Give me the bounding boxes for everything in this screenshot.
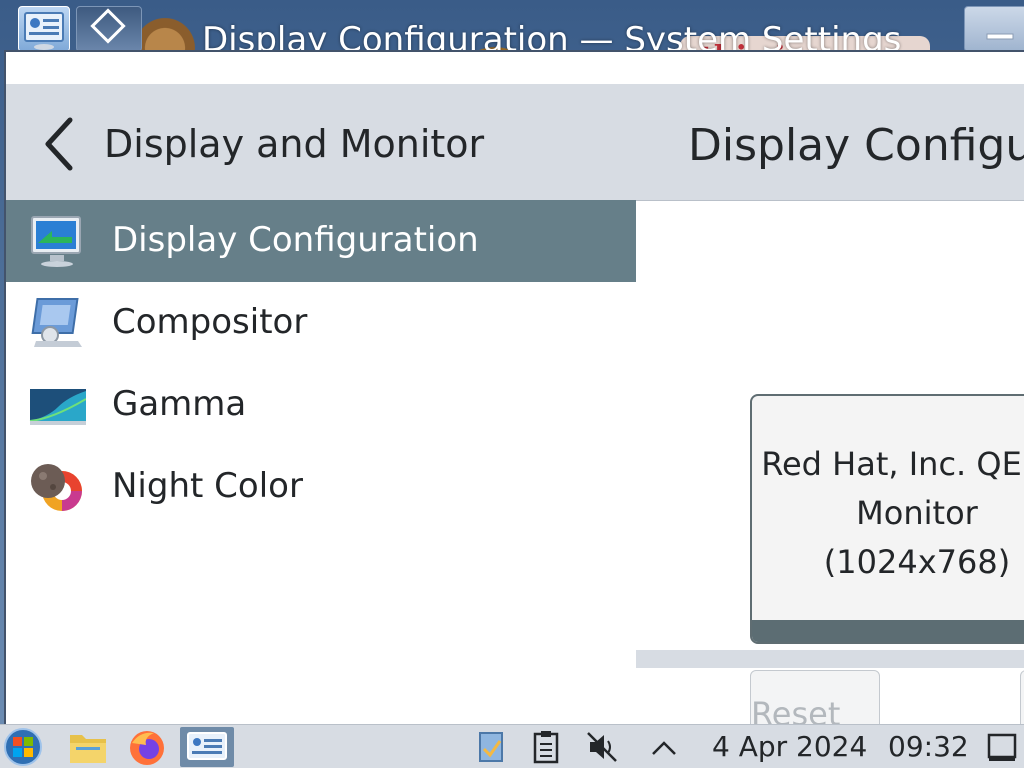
output-tile-bar — [752, 620, 1024, 642]
tray-updates-icon[interactable] — [474, 727, 508, 767]
clipboard-icon[interactable] — [530, 727, 562, 767]
reset-button[interactable]: Reset — [750, 670, 880, 724]
sidebar-item-compositor[interactable]: Compositor — [6, 282, 636, 364]
clock-date[interactable]: 4 Apr 2024 — [712, 730, 867, 763]
taskbar-system-settings-window[interactable] — [180, 727, 234, 767]
output-name: Red Hat, Inc. QEMU Monitor (1024x768) — [761, 445, 1024, 581]
display-configuration-panel: Red Hat, Inc. QEMU Monitor (1024x768) Re… — [636, 202, 1024, 724]
sidebar-item-night-color[interactable]: Night Color — [6, 446, 636, 528]
breadcrumb: Display and Monitor — [104, 122, 485, 166]
back-button[interactable] — [40, 114, 80, 174]
minimize-button[interactable] — [964, 6, 1024, 52]
sidebar-item-label: Gamma — [112, 384, 247, 424]
system-settings-window: Display and Monitor Display Configuratio… — [4, 50, 1024, 724]
compositor-icon — [28, 295, 86, 351]
sidebar-item-label: Night Color — [112, 466, 303, 506]
desktop: this is Display Configuration — System S… — [0, 0, 1024, 768]
display-configuration-icon — [28, 213, 86, 269]
gamma-icon — [28, 377, 87, 433]
night-color-icon — [28, 459, 86, 515]
system-settings-app-icon[interactable] — [18, 6, 70, 52]
volume-muted-icon[interactable] — [584, 727, 620, 767]
reset-button-label: Reset — [751, 695, 841, 724]
chevron-left-icon — [45, 117, 73, 171]
sidebar-item-label: Compositor — [112, 302, 308, 342]
window-menu-button[interactable] — [76, 6, 142, 52]
apply-button[interactable] — [1020, 670, 1024, 724]
header-bar: Display and Monitor Display Configuratio… — [6, 84, 1024, 201]
sidebar-item-gamma[interactable]: Gamma — [6, 364, 636, 446]
sidebar-item-label: Display Configuration — [112, 220, 479, 260]
firefox-icon — [130, 731, 164, 765]
show-desktop-button[interactable] — [984, 727, 1020, 767]
start-menu-button[interactable] — [2, 727, 44, 767]
taskbar: 4 Apr 2024 09:32 — [0, 724, 1024, 768]
start-orb-icon — [4, 728, 42, 766]
firefox-button[interactable] — [126, 727, 168, 767]
system-settings-icon — [187, 732, 227, 760]
output-screen-tile[interactable]: Red Hat, Inc. QEMU Monitor (1024x768) — [750, 394, 1024, 644]
folder-icon — [70, 735, 106, 763]
show-desktop-icon — [987, 733, 1017, 761]
chevron-up-icon[interactable] — [648, 727, 680, 767]
clock-time[interactable]: 09:32 — [888, 730, 969, 763]
sidebar-item-display-configuration[interactable]: Display Configuration — [6, 200, 636, 282]
sidebar: Display Configuration Compositor Gamma N… — [6, 200, 636, 724]
file-manager-button[interactable] — [66, 727, 110, 767]
page-title: Display Configuration — [688, 120, 1024, 171]
screen-layout-border — [636, 650, 1024, 668]
